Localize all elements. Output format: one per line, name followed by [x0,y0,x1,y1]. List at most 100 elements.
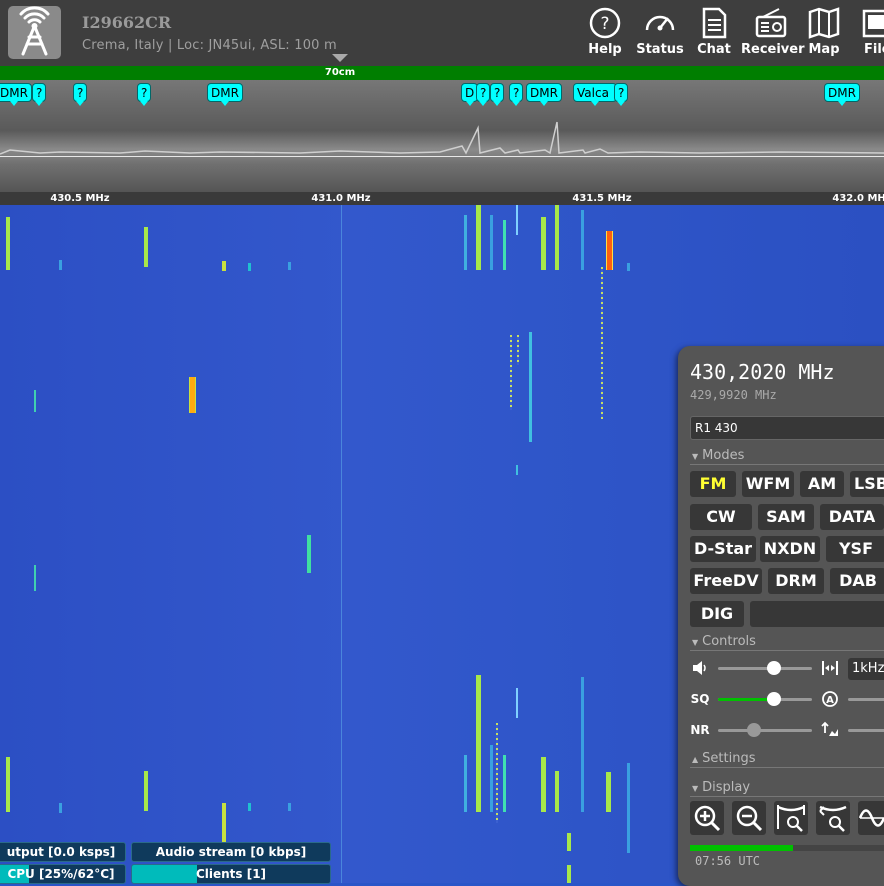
signal-trace [581,210,584,270]
bookmark-tag[interactable]: ? [509,83,524,106]
bookmark-tag[interactable]: DMR [526,83,562,106]
volume-slider-knob[interactable] [767,661,782,675]
controls-section-header[interactable]: ▼ Controls [692,634,756,649]
signal-trace [581,677,584,812]
signal-trace [529,332,532,442]
spectrum-display[interactable]: DMR ? ? ? DMR D ? ? ? DMR Valca ? DMR [0,80,884,192]
mode-freedv-button[interactable]: FreeDV [690,568,762,594]
signal-trace [476,205,481,270]
bookmark-tag[interactable]: DMR [0,83,32,106]
bookmark-tag[interactable]: ? [490,83,505,106]
display-section-header[interactable]: ▼ Display [692,780,750,795]
mode-dstar-button[interactable]: D-Star [690,536,756,562]
nr-slider-knob[interactable] [746,723,761,737]
chat-button[interactable]: Chat [684,6,744,62]
bookmark-tag[interactable]: ? [73,83,88,106]
mode-lsb-button[interactable]: LSB [850,471,884,497]
bookmark-tag[interactable]: DMR [824,83,860,106]
signal-trace [516,688,518,718]
collapse-arrow-icon[interactable] [332,54,348,62]
mode-am-button[interactable]: AM [800,471,844,497]
signal-trace [288,803,291,811]
section-toggle-icon: ▲ [692,755,699,764]
bookmark-tag[interactable]: DMR [207,83,243,106]
band-label: 70cm [324,67,356,78]
zoom-out-button[interactable] [732,801,766,835]
zoom-signal-icon [819,805,847,832]
display-title: Display [702,780,751,795]
output-status-text: utput [0.0 ksps] [6,845,116,859]
zoom-to-signal-button[interactable] [816,801,850,835]
mode-nxdn-button[interactable]: NXDN [760,536,820,562]
mode-sam-button[interactable]: SAM [758,504,814,530]
signal-trace [59,260,62,270]
settings-section-header[interactable]: ▲ Settings [692,751,755,766]
signal-trace [517,335,519,365]
volume-slider[interactable] [718,661,812,675]
frequency-scale[interactable]: 430.5 MHz 431.0 MHz 431.5 MHz 432.0 MHz [0,192,884,205]
signal-trace [248,263,251,271]
signal-trace [606,231,613,270]
progress-fill [690,845,793,851]
signal-trace [567,865,571,883]
divider [690,650,884,651]
bookmark-tag[interactable]: ? [32,83,47,106]
spectrum-toggle-button[interactable] [858,801,884,835]
section-toggle-icon: ▼ [692,784,699,793]
signal-trace [248,803,251,811]
modes-section-header[interactable]: ▼ Modes [692,448,744,463]
mode-drm-button[interactable]: DRM [768,568,824,594]
squelch-label: SQ [690,692,710,706]
mode-wfm-button[interactable]: WFM [742,471,794,497]
file-label: File [864,42,884,57]
mode-ysf-button[interactable]: YSF [826,536,884,562]
header: I29662CR Crema, Italy | Loc: JN45ui, ASL… [0,0,884,66]
receiver-panel: 430,2020 MHz 429,9920 MHz R1 430 ▼ Modes … [678,346,884,886]
zoom-to-band-button[interactable] [774,801,808,835]
scale-label: 431.5 MHz [572,193,632,204]
receiver-label: Receiver [741,42,805,57]
bookmark-tag[interactable]: ? [614,83,629,106]
map-button[interactable]: Map [794,6,854,62]
mode-fm-button[interactable]: FM [690,471,736,497]
squelch-level-slider[interactable] [848,698,884,701]
cpu-status-text: CPU [25%/62°C] [7,867,115,881]
svg-text:A: A [826,695,834,706]
mode-data-button[interactable]: DATA [820,504,884,530]
digital-mode-select[interactable] [750,601,884,627]
modes-title: Modes [702,448,745,463]
bookmark-tag[interactable]: Valca [573,83,617,106]
status-label: Status [636,42,684,57]
zoom-in-button[interactable] [690,801,724,835]
mode-dig-button[interactable]: DIG [690,601,744,627]
mode-dab-button[interactable]: DAB [830,568,884,594]
receiver-button[interactable]: Receiver [741,6,805,62]
nr-level-slider[interactable] [848,729,884,732]
receiver-logo[interactable] [8,6,61,59]
file-button[interactable]: File [852,6,884,62]
band-bar: 70cm [0,66,884,162]
bookmark-select[interactable]: R1 430 [690,416,884,440]
help-button[interactable]: ? Help [575,6,635,62]
mode-cw-button[interactable]: CW [690,504,752,530]
signal-trace [34,565,36,591]
audio-status-text: Audio stream [0 kbps] [155,845,307,859]
bookmark-tag[interactable]: ? [476,83,491,106]
status-button[interactable]: Status [630,6,690,62]
wave-icon [858,809,884,827]
bandwidth-icon[interactable] [820,658,840,678]
nr-toggle-icon[interactable] [820,720,840,740]
cpu-status-bar: CPU [25%/62°C] [0,864,126,884]
signal-trace [490,215,493,270]
bandwidth-select[interactable]: 1kHz [848,658,884,680]
nr-slider[interactable] [718,723,812,737]
status-icon [645,15,675,31]
squelch-slider-knob[interactable] [767,692,782,706]
auto-squelch-icon[interactable]: A [820,689,840,709]
volume-icon[interactable] [690,658,710,678]
frequency-display[interactable]: 430,2020 MHz [690,360,835,384]
signal-trace [222,803,226,843]
signal-trace [222,261,226,271]
bookmark-tag[interactable]: ? [137,83,152,106]
squelch-slider[interactable] [718,692,812,706]
